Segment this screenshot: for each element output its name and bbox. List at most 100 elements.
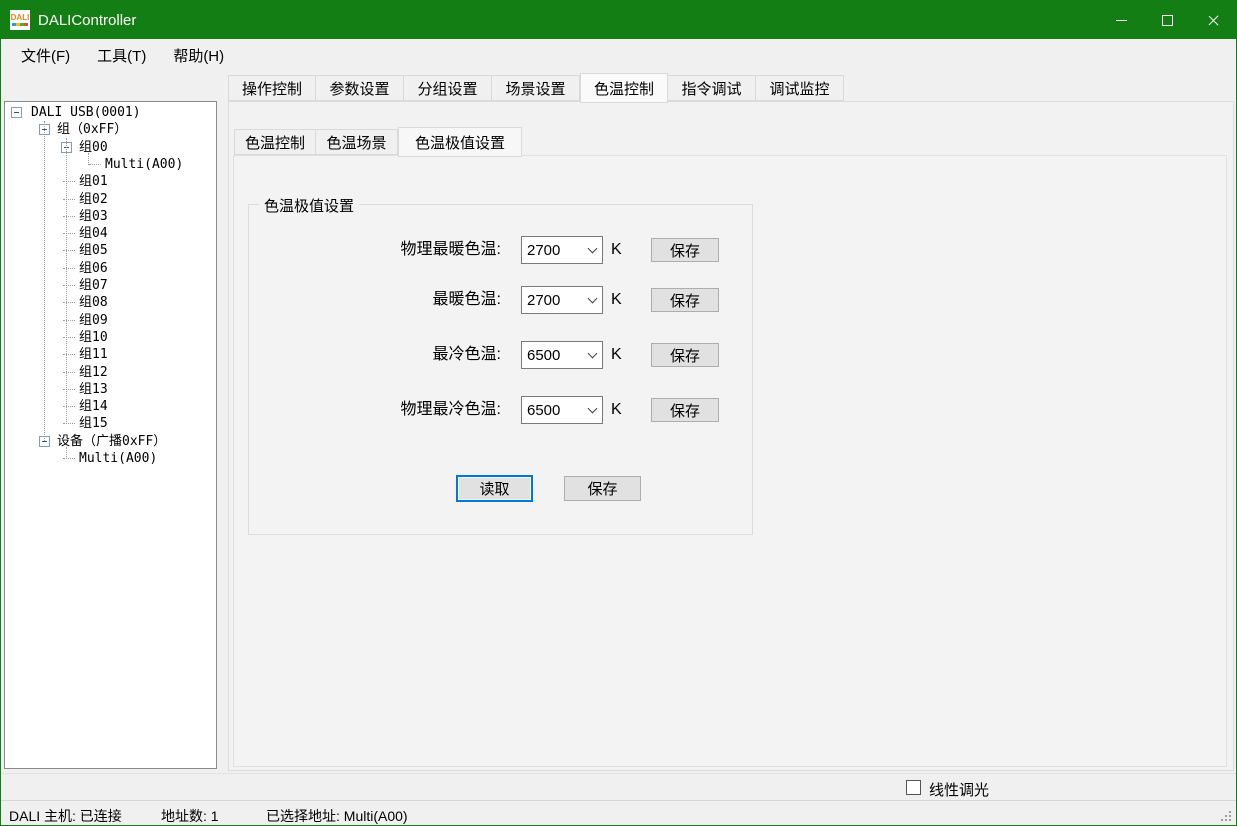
tree-item-label: 组03 bbox=[79, 209, 108, 224]
combo-dropdown-button[interactable] bbox=[582, 287, 602, 313]
maximize-icon bbox=[1162, 15, 1173, 26]
tree-item[interactable]: 组04 bbox=[79, 225, 108, 243]
close-button[interactable] bbox=[1190, 1, 1236, 39]
linear-dimming-checkbox[interactable] bbox=[906, 780, 921, 795]
unit-label: K bbox=[611, 396, 641, 424]
tree-guide-line bbox=[66, 138, 67, 424]
tree-item[interactable]: 组09 bbox=[79, 312, 108, 330]
minimize-icon bbox=[1116, 20, 1127, 21]
tree-item-label: 组12 bbox=[79, 365, 108, 380]
tree-item[interactable]: 组13 bbox=[79, 381, 108, 399]
cct-combo[interactable]: 6500 bbox=[521, 396, 603, 424]
tree-item-label: 组10 bbox=[79, 330, 108, 345]
window-title: DALIController bbox=[38, 12, 136, 29]
cct-row-label: 物理最暖色温: bbox=[251, 236, 501, 264]
tree-item[interactable]: 组07 bbox=[79, 277, 108, 295]
tree-item-label: DALI USB(0001) bbox=[31, 105, 141, 120]
tree-item[interactable]: Multi(A00) bbox=[105, 156, 183, 174]
tree-item[interactable]: 组12 bbox=[79, 364, 108, 382]
tree-item[interactable]: 组03 bbox=[79, 208, 108, 226]
status-selected-address: 已选择地址: Multi(A00) bbox=[266, 806, 408, 826]
cct-combo-value: 6500 bbox=[522, 402, 582, 419]
tree-item[interactable]: 组10 bbox=[79, 329, 108, 347]
footer-row: 线性调光 bbox=[1, 773, 1236, 800]
tree-item[interactable]: 组08 bbox=[79, 294, 108, 312]
tree-guide-line bbox=[88, 153, 89, 165]
tree-item[interactable]: 组01 bbox=[79, 173, 108, 191]
unit-label: K bbox=[611, 286, 641, 314]
tree-connector bbox=[63, 268, 75, 269]
combo-dropdown-button[interactable] bbox=[582, 397, 602, 423]
tree-item-label: 组11 bbox=[79, 347, 108, 362]
main-tab-strip: 操作控制参数设置分组设置场景设置色温控制指令调试调试监控 bbox=[228, 75, 844, 101]
minimize-button[interactable] bbox=[1098, 1, 1144, 39]
tree-connector bbox=[63, 406, 75, 407]
tree-item[interactable]: 组00 bbox=[79, 139, 108, 157]
tree-item-label: 组07 bbox=[79, 278, 108, 293]
tree-item-label: 组01 bbox=[79, 174, 108, 189]
chevron-down-icon bbox=[587, 244, 597, 254]
menu-item-2[interactable]: 帮助(H) bbox=[173, 45, 224, 66]
tree-item[interactable]: DALI USB(0001) bbox=[31, 104, 141, 122]
tree-connector bbox=[63, 302, 75, 303]
tree-item[interactable]: 组05 bbox=[79, 242, 108, 260]
sub-tab-2[interactable]: 色温极值设置 bbox=[398, 127, 522, 157]
cct-row: 物理最冷色温:6500K保存 bbox=[251, 396, 731, 424]
tree-item[interactable]: 设备（广播0xFF） bbox=[57, 433, 166, 451]
tree-item-label: 组06 bbox=[79, 261, 108, 276]
combo-dropdown-button[interactable] bbox=[582, 237, 602, 263]
tree-item-label: 设备（广播0xFF） bbox=[57, 434, 166, 449]
tree-connector bbox=[63, 216, 75, 217]
tree-connector bbox=[63, 354, 75, 355]
cct-row: 最冷色温:6500K保存 bbox=[251, 341, 731, 369]
status-host-connection: DALI 主机: 已连接 bbox=[9, 806, 122, 826]
linear-dimming-label[interactable]: 线性调光 bbox=[929, 779, 989, 800]
maximize-button[interactable] bbox=[1144, 1, 1190, 39]
main-tab-6[interactable]: 调试监控 bbox=[756, 75, 844, 101]
close-icon bbox=[1207, 14, 1220, 27]
row-save-button[interactable]: 保存 bbox=[651, 398, 719, 422]
main-tab-3[interactable]: 场景设置 bbox=[492, 75, 580, 101]
tree-item[interactable]: 组14 bbox=[79, 398, 108, 416]
row-save-button[interactable]: 保存 bbox=[651, 343, 719, 367]
main-tab-2[interactable]: 分组设置 bbox=[404, 75, 492, 101]
sub-tab-1[interactable]: 色温场景 bbox=[316, 129, 398, 155]
cct-combo[interactable]: 2700 bbox=[521, 236, 603, 264]
chevron-down-icon bbox=[587, 294, 597, 304]
combo-dropdown-button[interactable] bbox=[582, 342, 602, 368]
app-window: DALI DALIController 文件(F)工具(T)帮助(H) DALI… bbox=[0, 0, 1237, 826]
tree-item-label: Multi(A00) bbox=[105, 157, 183, 172]
tree-item[interactable]: 组15 bbox=[79, 415, 108, 433]
menu-bar: 文件(F) 工具(T) 帮助(H) bbox=[1, 39, 1236, 71]
row-save-button[interactable]: 保存 bbox=[651, 238, 719, 262]
read-button[interactable]: 读取 bbox=[456, 475, 533, 502]
tree-guide-line bbox=[44, 121, 45, 441]
tree-item[interactable]: 组02 bbox=[79, 191, 108, 209]
chevron-down-icon bbox=[587, 349, 597, 359]
menu-item-1[interactable]: 工具(T) bbox=[97, 45, 146, 66]
save-button[interactable]: 保存 bbox=[564, 476, 641, 501]
tree-item[interactable]: Multi(A00) bbox=[79, 450, 157, 468]
tree-item-label: 组02 bbox=[79, 192, 108, 207]
cct-combo-value: 6500 bbox=[522, 347, 582, 364]
menu-item-0[interactable]: 文件(F) bbox=[21, 45, 70, 66]
tree-item-label: 组13 bbox=[79, 382, 108, 397]
tree-connector bbox=[63, 389, 75, 390]
main-tab-4[interactable]: 色温控制 bbox=[580, 73, 668, 103]
tree-expander-icon[interactable] bbox=[11, 107, 22, 118]
tree-connector bbox=[63, 337, 75, 338]
main-tab-0[interactable]: 操作控制 bbox=[228, 75, 316, 101]
tree-connector bbox=[63, 423, 75, 424]
chevron-down-icon bbox=[587, 404, 597, 414]
row-save-button[interactable]: 保存 bbox=[651, 288, 719, 312]
tree-connector bbox=[63, 285, 75, 286]
main-tab-5[interactable]: 指令调试 bbox=[668, 75, 756, 101]
tree-item[interactable]: 组11 bbox=[79, 346, 108, 364]
cct-combo[interactable]: 6500 bbox=[521, 341, 603, 369]
resize-grip[interactable] bbox=[1229, 819, 1231, 821]
cct-combo[interactable]: 2700 bbox=[521, 286, 603, 314]
sub-tab-0[interactable]: 色温控制 bbox=[234, 129, 316, 155]
main-tab-1[interactable]: 参数设置 bbox=[316, 75, 404, 101]
tree-item[interactable]: 组（0xFF） bbox=[57, 121, 127, 139]
tree-item[interactable]: 组06 bbox=[79, 260, 108, 278]
